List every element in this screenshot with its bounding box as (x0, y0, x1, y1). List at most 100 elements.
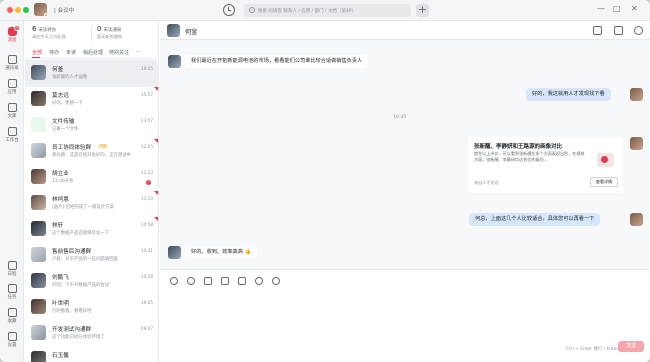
global-search[interactable]: 搜索 问请客 联系人 / 应用 / 部门 / 文档（第4P） (244, 4, 411, 17)
message-bubble[interactable]: 我们最近在开拓新能源电池的市场，看看能们公司谁比较合适做销售负责人 (185, 55, 369, 68)
close-icon[interactable]: ✕ (631, 4, 638, 13)
conversation-time: 11:23 (140, 170, 153, 175)
avatar (31, 299, 46, 314)
conversation-preview: [画片] 已经完成了一版设计方案 (52, 205, 114, 210)
avatar (31, 325, 46, 340)
message-bubble[interactable]: 何总，上面这几个人比较适合，具体您可以再看一下 (469, 213, 601, 226)
emoji-icon[interactable] (170, 277, 178, 285)
conversation-preview: 郑光路：这是已经开发好的，正在测试中 (52, 153, 132, 158)
unread-corner-icon (154, 139, 158, 143)
title-bar: | 会议中 搜索 问请客 联系人 / 应用 / 部门 / 文档（第4P） + —… (0, 0, 650, 21)
chat-area: 何釜 我们最近在开拓新能源电池的市场，看看能们公司谁比较合适做销售负责人 好的，… (160, 21, 650, 362)
contacts-icon (7, 55, 17, 64)
conversation-preview: 好的，我想一下 (52, 101, 83, 106)
conversation-item[interactable]: 售前售后沟通群卢毅：对于产品的一些问题请回复 10:41 (25, 242, 159, 269)
conversation-name: 何釜 (52, 67, 64, 73)
timestamp: 16:45 (393, 115, 407, 120)
tab-starred[interactable]: 特别关注 (109, 49, 129, 56)
chat-header: 何釜 (160, 21, 650, 40)
pending-label: 未读待办 (38, 28, 57, 33)
message-bubble[interactable]: 好的。收到。效率真高 👍 (185, 246, 257, 259)
unread-corner-icon (154, 87, 158, 91)
nav-favorites[interactable]: 收藏 (0, 308, 24, 324)
my-avatar[interactable] (630, 137, 643, 150)
conversation-item[interactable]: 胡立业 13:00开会 11:23 2 (25, 164, 159, 191)
nav-library[interactable]: 文库 (0, 103, 24, 119)
nav-messages[interactable]: 9 消息 (0, 25, 24, 43)
conversation-item[interactable]: 叶世明 行吧看看，看看好吧 10:05 (25, 294, 159, 321)
conversation-item[interactable]: 刘鹏飞 好的，下午开数据产品的会议 10:28 (25, 268, 159, 295)
nav-tasks[interactable]: 任务 (0, 284, 24, 300)
attachment-icon[interactable] (221, 277, 229, 285)
conversation-time: 10:41 (140, 248, 153, 253)
nav-label: 任务 (7, 295, 17, 300)
scissors-icon[interactable] (255, 277, 263, 285)
nav-calendar[interactable]: 日程 (0, 261, 24, 277)
settings-icon[interactable] (634, 26, 643, 35)
avatar (31, 169, 46, 184)
tab-all[interactable]: 全部 (32, 49, 42, 56)
gear-icon (7, 332, 17, 341)
avatar (31, 221, 46, 236)
conversation-item[interactable]: 石玉馨 (25, 346, 159, 362)
conversation-name: 刘鹏飞 (52, 275, 69, 281)
message-composer[interactable]: Ctrl + Enter 换行 / Enter 发送 发送 (160, 269, 650, 362)
history-icon[interactable] (223, 4, 235, 16)
my-avatar[interactable] (630, 213, 643, 226)
divider (91, 27, 92, 41)
comparison-card[interactable]: 张新醒、李静妍和王路源的画像对比 就在以上评价，可以看到张新醒在多个方面表现出色… (468, 137, 623, 193)
notify-stat[interactable]: 0 未读通知 暂无新的通知 (97, 25, 122, 40)
conversation-preview: 张新醒的人才画像 (52, 75, 88, 80)
minimize-icon[interactable]: — (597, 4, 605, 13)
my-avatar[interactable] (630, 88, 643, 101)
pending-stat[interactable]: 6 未读待办 请在今天之内处理 (32, 25, 66, 40)
card-title: 张新醒、李静妍和王路源的画像对比 (474, 144, 563, 150)
conversation-item[interactable]: 开发测试沟通群 这个功能已经在体验环境了 09:47 (25, 320, 159, 347)
conversation-time: 12:05 (140, 144, 153, 149)
tab-more[interactable]: ··· (136, 49, 141, 55)
message-avatar[interactable] (168, 246, 181, 259)
conversation-item[interactable]: 莫志远 好的，我想一下 15:57 (25, 86, 159, 113)
app-window: | 会议中 搜索 问请客 联系人 / 应用 / 部门 / 文档（第4P） + —… (0, 0, 650, 362)
image-icon[interactable] (204, 277, 212, 285)
minimize-dot-icon[interactable] (15, 7, 21, 13)
send-button[interactable]: 发送 (618, 341, 644, 352)
add-member-icon[interactable] (593, 26, 602, 35)
tab-todo[interactable]: 待办 (49, 49, 59, 56)
nav-settings[interactable]: 设置 (0, 332, 24, 348)
maximize-icon[interactable]: □ (613, 4, 621, 13)
mention-icon[interactable] (187, 277, 195, 285)
user-status[interactable]: | 会议中 (54, 6, 74, 14)
conversation-name: 员工协同体验群 (52, 145, 92, 151)
conversation-item[interactable]: 何釜 张新醒的人才画像 16:45 (25, 60, 159, 87)
conversation-preview: 卢毅：对于产品的一些问题请回复 (52, 257, 118, 262)
conversation-item[interactable]: 林轩 这个数据产品还能够优化一下 10:58 (25, 216, 159, 243)
contact-avatar[interactable] (167, 24, 180, 37)
nav-apps[interactable]: 应用 (0, 79, 24, 95)
maximize-dot-icon[interactable] (23, 7, 29, 13)
chat-title: 何釜 (185, 29, 198, 36)
conversation-name: 售前售后沟通群 (52, 249, 92, 255)
talent-app-icon (597, 153, 614, 167)
summary-stats: 6 未读待办 请在今天之内处理 0 未读通知 暂无新的通知 (25, 21, 159, 46)
avatar (31, 351, 46, 362)
message-avatar[interactable] (168, 55, 181, 68)
conversation-name: 莫志远 (52, 93, 69, 99)
close-dot-icon[interactable] (7, 7, 13, 13)
tab-unread[interactable]: 未读 (66, 49, 76, 56)
nav-workbench[interactable]: 工作台 (0, 127, 24, 143)
nav-contacts[interactable]: 通讯录 (0, 55, 24, 71)
conversation-item[interactable]: 林柯恩 [画片] 已经完成了一版设计方案 11:10 (25, 190, 159, 217)
view-details-button[interactable]: 查看详情 (590, 177, 618, 187)
message-bubble[interactable]: 好的，我这就用人才发现找下看 (526, 88, 611, 101)
workbench-icon (7, 127, 17, 136)
card-description: 就在以上评价，可以看到张新醒在多个方面表现出色，在绩效方面，张新醒、李静妍均达到… (474, 151, 585, 162)
conversation-item[interactable]: 员工协同体验群 内部 郑光路：这是已经开发好的，正在测试中 12:05 (25, 138, 159, 165)
conversation-item[interactable]: 文件传输 已看一个文件 13:57 (25, 112, 159, 139)
calendar-icon (7, 261, 17, 270)
folder-icon[interactable] (614, 26, 623, 35)
voice-call-icon[interactable] (272, 277, 280, 285)
tab-later[interactable]: 稍后处理 (83, 49, 103, 56)
video-icon[interactable] (238, 277, 246, 285)
add-button[interactable]: + (416, 4, 429, 17)
